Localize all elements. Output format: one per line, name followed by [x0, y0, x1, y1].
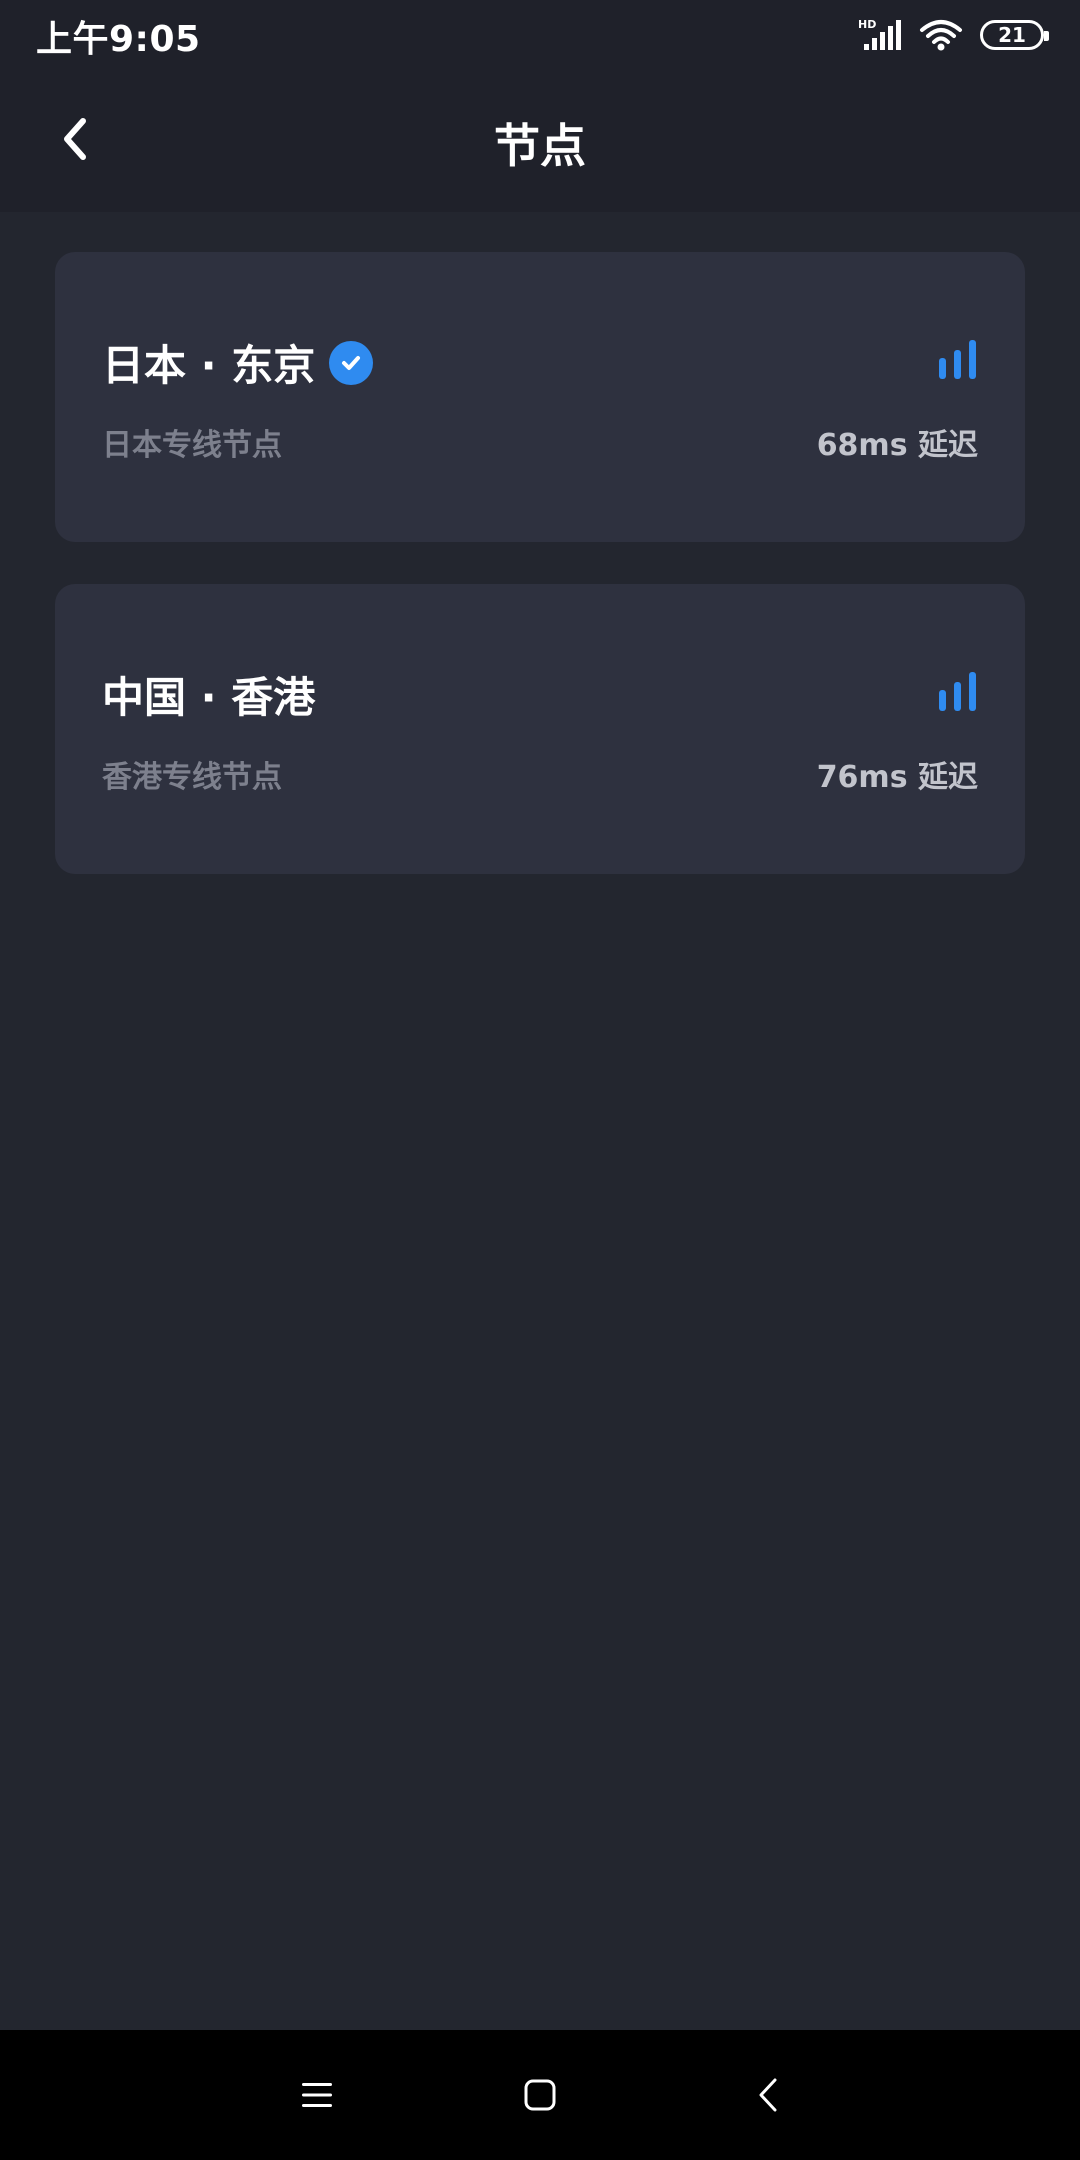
home-square-icon — [524, 2079, 556, 2111]
app-bar: 节点 — [0, 70, 1080, 212]
battery-level: 21 — [998, 23, 1026, 47]
nav-back-button[interactable] — [738, 2065, 798, 2125]
nav-home-button[interactable] — [510, 2065, 570, 2125]
node-name: 日本 · 东京 — [102, 341, 316, 390]
node-title-row: 中国 · 香港 — [102, 664, 315, 725]
nav-menu-button[interactable] — [287, 2065, 347, 2125]
status-icons: HD 21 — [858, 14, 1049, 56]
signal-bars-icon — [939, 340, 976, 379]
latency-value: 76ms 延迟 — [816, 760, 978, 795]
menu-icon — [302, 2083, 332, 2107]
node-description: 香港专线节点 — [102, 760, 282, 795]
signal-bars-icon — [939, 672, 976, 711]
battery-indicator: 21 — [980, 20, 1049, 50]
wifi-icon — [920, 20, 962, 51]
node-name: 中国 · 香港 — [102, 673, 316, 722]
node-title-row: 日本 · 东京 — [102, 332, 374, 393]
latency-value: 68ms 延迟 — [816, 428, 978, 463]
status-bar: 上午9:05 HD 21 — [0, 0, 1080, 70]
check-circle-icon — [329, 340, 374, 385]
system-nav-bar — [0, 2030, 1080, 2160]
status-time: 上午9:05 — [36, 19, 201, 60]
network-label: HD — [858, 18, 876, 31]
page-title: 节点 — [494, 119, 586, 173]
cell-signal-icon: HD — [858, 18, 901, 50]
back-triangle-icon — [759, 2078, 777, 2112]
node-description: 日本专线节点 — [102, 428, 282, 463]
node-card-hongkong[interactable]: 中国 · 香港 香港专线节点 76ms 延迟 — [55, 584, 1025, 874]
node-list: 日本 · 东京 日本专线节点 68ms 延迟 中国 · 香港 香港专线节点 76… — [0, 212, 1080, 2030]
battery-nub — [1044, 31, 1049, 41]
node-card-tokyo[interactable]: 日本 · 东京 日本专线节点 68ms 延迟 — [55, 252, 1025, 542]
